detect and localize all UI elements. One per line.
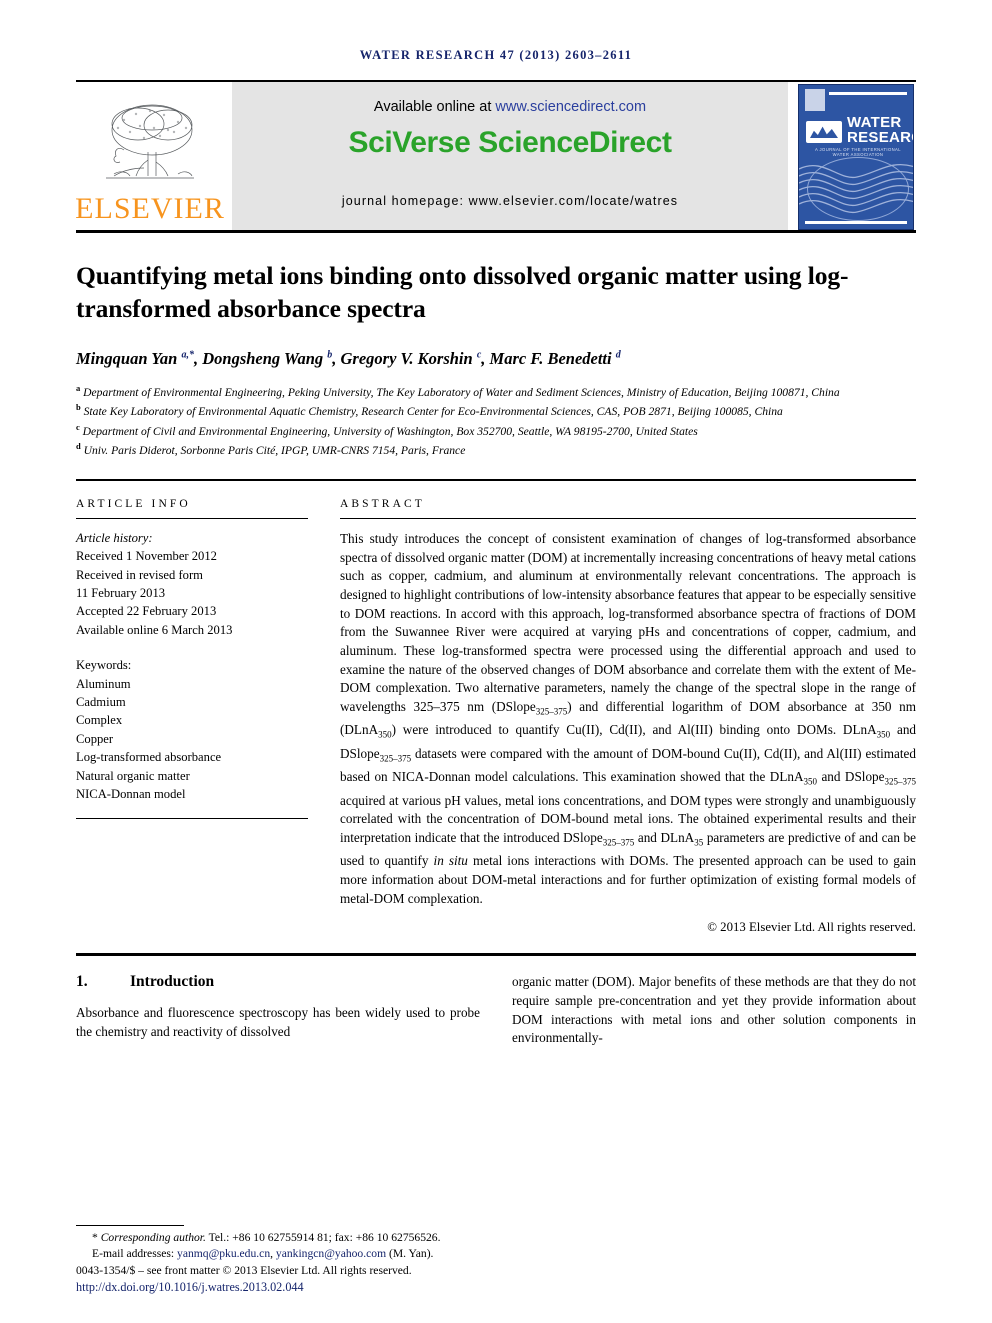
article-info-heading: Article info: [76, 497, 191, 510]
running-head: Water Research 47 (2013) 2603–2611: [359, 48, 633, 62]
sciverse-sciencedirect-brand: SciVerse ScienceDirect: [348, 126, 672, 159]
author-list: Mingquan Yan a,*, Dongsheng Wang b, Greg…: [76, 349, 621, 368]
email-line: E-mail addresses: yanmq@pku.edu.cn, yank…: [92, 1247, 434, 1261]
sciencedirect-banner: Available online at www.sciencedirect.co…: [232, 82, 788, 230]
iwa-logo-icon: [806, 121, 842, 143]
available-online-text: Available online at www.sciencedirect.co…: [374, 99, 646, 115]
footnote-block: * Corresponding author. Tel.: +86 10 627…: [76, 1225, 480, 1295]
issn-line: 0043-1354/$ – see front matter © 2013 El…: [76, 1263, 412, 1277]
email-link-1[interactable]: yanmq@pku.edu.cn: [177, 1247, 270, 1260]
article-info-end-rule: [76, 817, 308, 819]
keyword-item: Aluminum: [76, 676, 131, 691]
section-heading-introduction: 1. Introduction: [76, 973, 480, 991]
article-page: Water Research 47 (2013) 2603–2611: [0, 0, 992, 1323]
keyword-item: Copper: [76, 731, 114, 746]
article-info-column: Article info Article history: Received 1…: [76, 498, 308, 936]
keywords-block: Keywords: Aluminum Cadmium Complex Coppe…: [76, 656, 308, 803]
affiliation-a: a Department of Environmental Engineerin…: [76, 383, 840, 399]
affiliation-d: d Univ. Paris Diderot, Sorbonne Paris Ci…: [76, 441, 466, 458]
intro-paragraph-right: organic matter (DOM). Major benefits of …: [512, 974, 916, 1046]
cover-title-line2: RESEARCH: [847, 129, 913, 146]
abstract-column: Abstract This study introduces the conce…: [340, 498, 916, 936]
keyword-item: Complex: [76, 713, 123, 728]
body-columns: 1. Introduction Absorbance and fluorescen…: [76, 973, 916, 1048]
cover-title: WATER RESEARCH: [847, 115, 913, 146]
section-number: 1.: [76, 973, 88, 991]
cover-elsevier-box: [805, 89, 825, 111]
sciencedirect-link[interactable]: www.sciencedirect.com: [495, 99, 646, 115]
body-left-column: 1. Introduction Absorbance and fluorescen…: [76, 973, 480, 1048]
doi-link[interactable]: http://dx.doi.org/10.1016/j.watres.2013.…: [76, 1279, 480, 1295]
affiliation-b: b State Key Laboratory of Environmental …: [76, 402, 783, 419]
cover-top-bar: [829, 92, 907, 95]
body-column-gap: [480, 973, 512, 1048]
keyword-item: NICA-Donnan model: [76, 787, 186, 802]
history-revised-date: 11 February 2013: [76, 586, 166, 601]
email-link-2[interactable]: yankingcn@yahoo.com: [276, 1247, 386, 1260]
masthead-divider: [76, 230, 916, 233]
affiliation-c: c Department of Civil and Environmental …: [76, 421, 698, 438]
history-accepted: Accepted 22 February 2013: [76, 604, 217, 619]
elsevier-logo: ELSEVIER: [75, 82, 225, 230]
history-revised: Received in revised form: [76, 567, 203, 582]
body-divider: [76, 953, 916, 957]
history-received: Received 1 November 2012: [76, 549, 217, 564]
abstract-rule: [340, 517, 916, 519]
history-online: Available online 6 March 2013: [76, 622, 233, 637]
footnote-rule: [76, 1225, 184, 1227]
journal-homepage-text[interactable]: journal homepage: www.elsevier.com/locat…: [342, 194, 678, 208]
column-gap: [308, 498, 340, 936]
keyword-item: Cadmium: [76, 695, 126, 710]
elsevier-wordmark: ELSEVIER: [75, 192, 225, 225]
keyword-item: Natural organic matter: [76, 768, 190, 783]
cover-bottom-bar: [805, 221, 907, 224]
cover-waves-graphic: [799, 163, 913, 214]
keywords-label: Keywords:: [76, 658, 132, 673]
section-title: Introduction: [130, 973, 215, 991]
corresponding-author-line: * Corresponding author. Tel.: +86 10 627…: [76, 1230, 480, 1246]
abstract-copyright: © 2013 Elsevier Ltd. All rights reserved…: [707, 920, 916, 935]
email-label: E-mail addresses:: [92, 1247, 175, 1261]
email-owner: (M. Yan).: [389, 1247, 434, 1261]
article-info-rule: [76, 517, 308, 519]
abstract-heading: Abstract: [340, 497, 425, 510]
asterisk-icon: *: [92, 1231, 101, 1245]
affiliations: a Department of Environmental Engineerin…: [76, 381, 916, 459]
journal-masthead: ELSEVIER Available online at www.science…: [75, 80, 916, 230]
keyword-item: Log-transformed absorbance: [76, 750, 222, 765]
info-abstract-section: Article info Article history: Received 1…: [76, 478, 916, 936]
article-history-block: Article history: Received 1 November 201…: [76, 529, 308, 639]
journal-cover: WATER RESEARCH A JOURNAL OF THE INTERNAT…: [798, 82, 916, 230]
abstract-text: This study introduces the concept of con…: [340, 530, 917, 906]
corresponding-author-text: Corresponding author. Tel.: +86 10 62755…: [100, 1231, 441, 1245]
page-title: Quantifying metal ions binding onto diss…: [76, 261, 849, 323]
intro-paragraph-left: Absorbance and fluorescence spectroscopy…: [76, 1005, 480, 1040]
article-history-label: Article history:: [76, 530, 153, 545]
available-online-label: Available online at: [373, 99, 496, 115]
body-right-column: organic matter (DOM). Major benefits of …: [512, 973, 916, 1048]
elsevier-tree-icon: [106, 104, 194, 179]
